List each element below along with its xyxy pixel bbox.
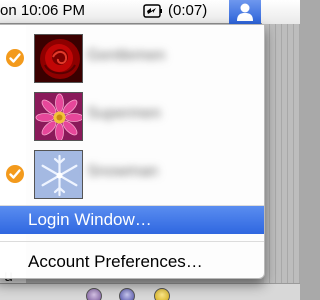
menu-bar-empty xyxy=(262,0,300,24)
smiley-icon xyxy=(154,288,170,300)
snowflake-picture xyxy=(34,150,83,199)
background-icon xyxy=(119,288,135,300)
red-rose-picture xyxy=(34,34,83,83)
account-preferences-item[interactable]: Account Preferences… xyxy=(0,248,264,276)
checkmark-icon xyxy=(6,49,24,67)
menu-bar: on 10:06 PM (0:07) xyxy=(0,0,300,24)
user-name: Gentlemen xyxy=(87,47,166,64)
battery-charging-icon[interactable] xyxy=(143,3,163,19)
background-icon xyxy=(86,288,102,300)
fast-user-switching-menu[interactable] xyxy=(229,0,261,24)
user-item[interactable]: Gentlemen xyxy=(0,29,264,87)
user-name: Supermen xyxy=(87,105,161,122)
user-item[interactable]: Supermen xyxy=(0,87,264,145)
login-window-item[interactable]: Login Window… xyxy=(0,206,264,234)
user-switch-menu: Gentlemen Supermen Snowman Login Window…… xyxy=(0,24,265,279)
user-name: Snowman xyxy=(87,163,159,180)
user-silhouette-icon xyxy=(237,3,253,21)
background-scrollbar xyxy=(264,24,300,300)
menu-item-label: Account Preferences… xyxy=(28,252,203,271)
menu-bar-clock[interactable]: on 10:06 PM xyxy=(0,2,85,19)
pink-dahlia-picture xyxy=(34,92,83,141)
checkmark-icon xyxy=(6,165,24,183)
user-item[interactable]: Snowman xyxy=(0,145,264,203)
battery-time[interactable]: (0:07) xyxy=(168,2,207,19)
menu-item-label: Login Window… xyxy=(28,210,152,229)
background-toolbar xyxy=(0,283,300,300)
menu-separator xyxy=(0,241,264,242)
